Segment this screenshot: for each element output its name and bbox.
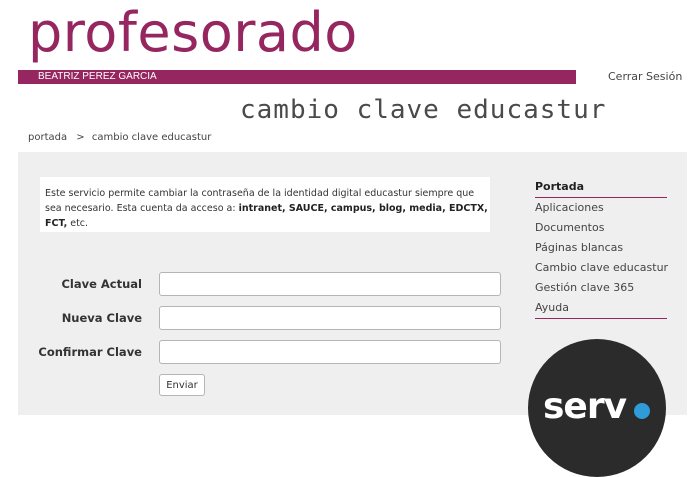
confirm-password-label: Confirmar Clave <box>38 345 142 359</box>
badge-text: serv <box>543 386 627 427</box>
sidebar-item-label[interactable]: Páginas blancas <box>535 241 623 254</box>
notice-text-after: etc. <box>67 218 89 229</box>
form-row-new-password: Nueva Clave <box>18 306 518 332</box>
breadcrumb-home-link[interactable]: portada <box>28 132 67 143</box>
sidebar-item-ayuda[interactable]: Ayuda <box>535 298 667 319</box>
confirm-password-input[interactable] <box>159 340 501 364</box>
sidebar-nav: Portada Aplicaciones Documentos Páginas … <box>535 177 668 319</box>
sidebar-item-cambio-clave[interactable]: Cambio clave educastur <box>535 258 668 278</box>
breadcrumb: portada > cambio clave educastur <box>28 132 211 143</box>
sidebar-item-label[interactable]: Portada <box>535 180 584 193</box>
user-bar: BEATRIZ PEREZ GARCIA <box>18 70 576 84</box>
service-notice: Este servicio permite cambiar la contras… <box>40 177 490 232</box>
current-password-label: Clave Actual <box>61 277 142 291</box>
submit-button[interactable]: Enviar <box>159 374 205 396</box>
sidebar-item-label[interactable]: Cambio clave educastur <box>535 261 668 274</box>
sidebar-item-gestion-clave[interactable]: Gestión clave 365 <box>535 278 667 298</box>
sidebar-item-label[interactable]: Documentos <box>535 221 604 234</box>
site-brand: profesorado <box>28 1 358 64</box>
breadcrumb-current: cambio clave educastur <box>91 132 212 143</box>
breadcrumb-separator: > <box>76 132 85 143</box>
new-password-input[interactable] <box>159 306 501 330</box>
page-title: cambio clave educastur <box>240 95 607 125</box>
sidebar-item-documentos[interactable]: Documentos <box>535 218 667 238</box>
sidebar-item-paginas-blancas[interactable]: Páginas blancas <box>535 238 667 258</box>
badge-dot-icon <box>634 403 650 419</box>
username-label: BEATRIZ PEREZ GARCIA <box>38 71 157 82</box>
new-password-label: Nueva Clave <box>61 311 142 325</box>
sidebar-item-aplicaciones[interactable]: Aplicaciones <box>535 198 667 218</box>
sidebar-item-label[interactable]: Aplicaciones <box>535 201 604 214</box>
notice-text: Este servicio permite cambiar la contras… <box>45 177 490 231</box>
form-row-current-password: Clave Actual <box>18 272 518 298</box>
main-content: Este servicio permite cambiar la contras… <box>18 152 687 477</box>
sidebar-item-label[interactable]: Gestión clave 365 <box>535 281 634 294</box>
current-password-input[interactable] <box>159 272 501 296</box>
form-row-confirm-password: Confirmar Clave <box>18 340 518 366</box>
logout-link[interactable]: Cerrar Sesión <box>608 70 682 83</box>
sidebar-item-label[interactable]: Ayuda <box>535 301 569 314</box>
serv-badge[interactable]: serv <box>528 339 666 477</box>
sidebar-item-portada[interactable]: Portada <box>535 177 667 198</box>
